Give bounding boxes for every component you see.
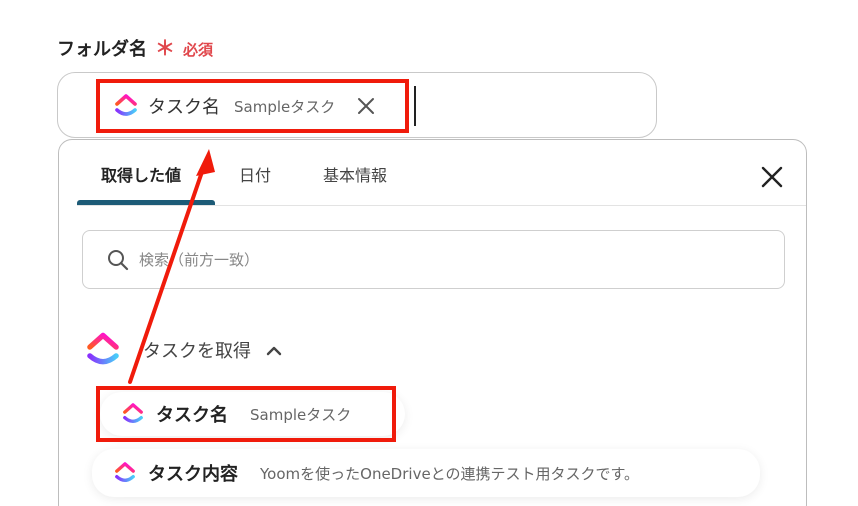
annotation-arrow bbox=[128, 149, 215, 384]
